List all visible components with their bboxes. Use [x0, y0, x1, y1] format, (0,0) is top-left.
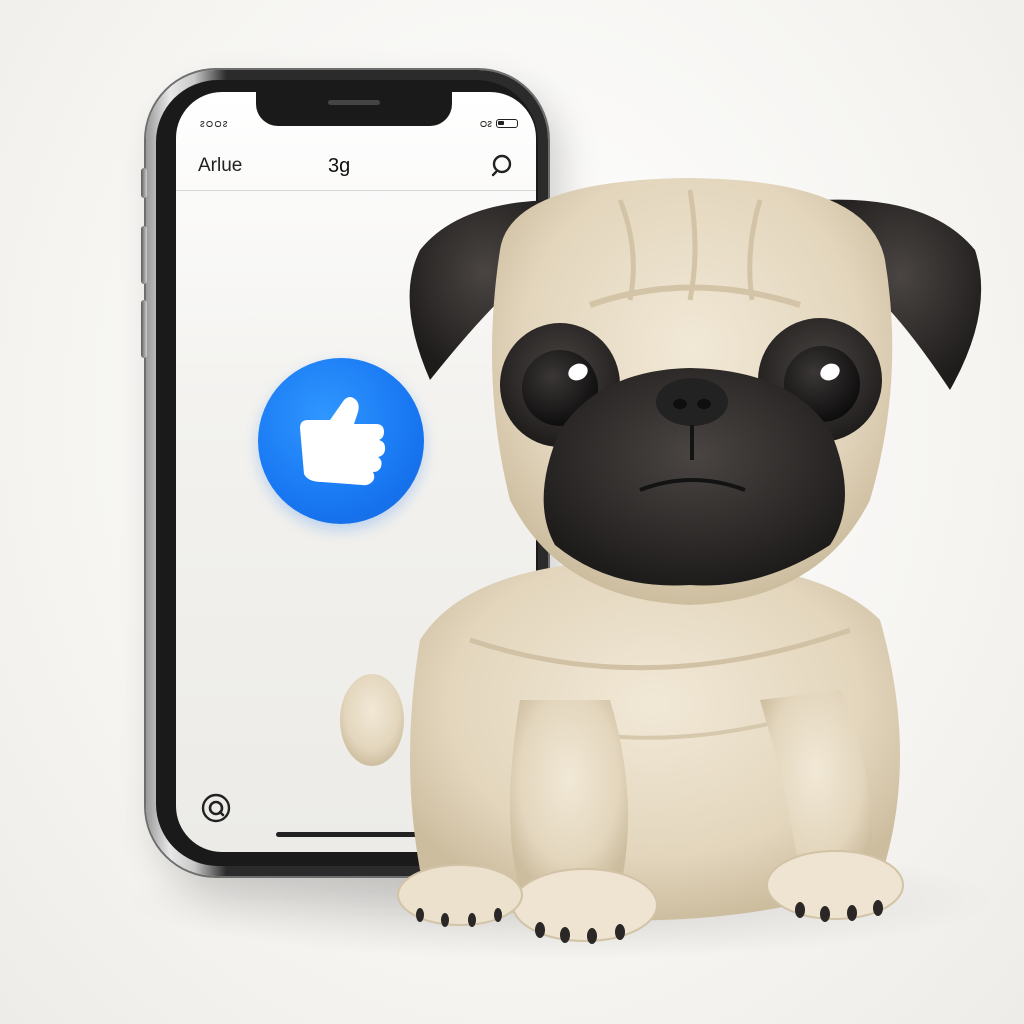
notch: [256, 92, 452, 126]
battery-icon: [496, 119, 518, 128]
status-right: ᴑᴤ: [480, 117, 518, 130]
pug-front-leg-left: [510, 700, 628, 898]
pug-paw-left: [512, 868, 658, 942]
status-right-text: ᴑᴤ: [479, 117, 492, 130]
pug-nose: [656, 378, 728, 426]
phone-volume-up: [141, 226, 147, 284]
pug-illustration: [340, 178, 982, 944]
nav-back-label[interactable]: Arlue: [198, 155, 242, 177]
phone-volume-down: [141, 300, 147, 358]
bottom-search-icon[interactable]: [200, 792, 232, 824]
scene: ᴤᴑᴑᴤ ᴑᴤ Arlue 3g: [0, 0, 1024, 1024]
phone-mute-switch: [141, 168, 147, 198]
pug-tail: [340, 674, 404, 766]
speaker-grille: [328, 100, 380, 105]
status-left-text: ᴤᴑᴑᴤ: [200, 117, 229, 130]
